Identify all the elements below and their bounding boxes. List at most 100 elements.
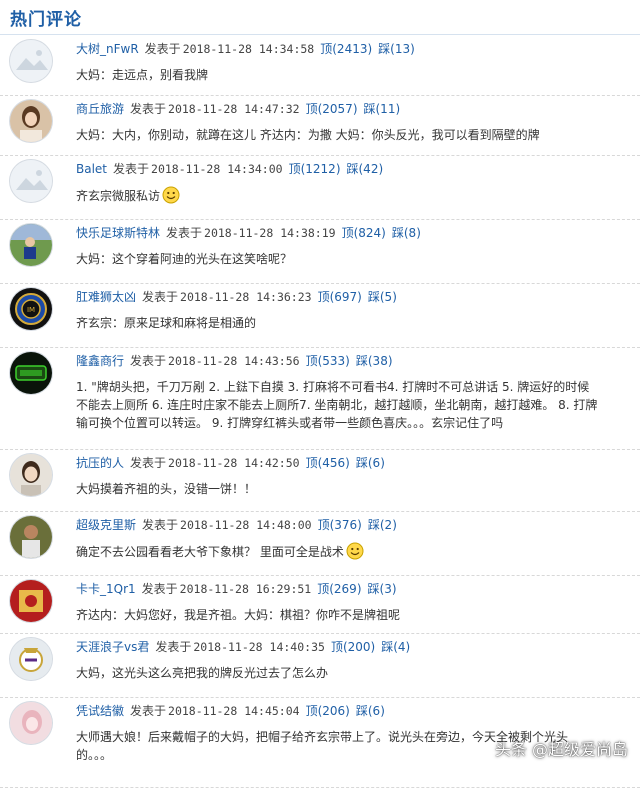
post-date: 2018-11-28 14:47:32 (168, 102, 300, 116)
upvote-link[interactable]: 顶(376) (318, 518, 362, 532)
username-link[interactable]: 凭试结徽 (76, 704, 124, 718)
comment-meta: 卡卡_1Qr1 发表于 2018-11-28 16:29:51 顶(269) 踩(3) (76, 581, 403, 597)
post-date: 2018-11-28 14:34:58 (182, 42, 315, 56)
comment-line: 1. "牌胡头把，千刀万剐 2. 上鍅下自摸 3. 打麻将不可看书4. 打牌时不… (76, 380, 590, 394)
comment-line: 大妈：这个穿着阿迪的光头在这笑啥呢？ (76, 252, 293, 266)
comment-text: 大妈摸着齐祖的头，没错一饼！！ (76, 480, 616, 498)
downvote-link[interactable]: 踩(6) (356, 456, 385, 470)
comment-text: 确定不去公园看看老大爷下象棋？ 里面可全是战术 (76, 542, 616, 561)
smiley-emoji-icon (162, 186, 180, 204)
username-link[interactable]: 抗压的人 (76, 456, 124, 470)
downvote-link[interactable]: 踩(3) (368, 582, 397, 596)
username-link[interactable]: 快乐足球斯特林 (76, 226, 160, 240)
comment-text: 大妈，这光头这么亮把我的牌反光过去了怎么办 (76, 664, 616, 682)
upvote-link[interactable]: 顶(456) (306, 456, 350, 470)
red-avatar-icon[interactable] (10, 580, 52, 622)
username-link[interactable]: 商丘旅游 (76, 102, 124, 116)
comment-text: 齐达内：大妈您好，我是齐祖。大妈：棋祖？你咋不是牌祖呢 (76, 606, 616, 624)
pink-avatar-icon[interactable] (10, 702, 52, 744)
comment-item: 隆鑫商行 发表于 2018-11-28 14:43:56 顶(533) 踩(38) 1. … (0, 347, 640, 450)
downvote-link[interactable]: 踩(4) (381, 640, 410, 654)
comment-item: 超级克里斯 发表于 2018-11-28 14:48:00 顶(376) 踩(2) 确定不… (0, 511, 640, 576)
downvote-link[interactable]: 踩(5) (368, 290, 397, 304)
comment-meta: 大树_nFwR 发表于 2018-11-28 14:34:58 顶(2413) 踩(13… (76, 41, 421, 57)
comment-line: 齐玄宗微服私访 (76, 186, 616, 205)
comment-item: 抗压的人 发表于 2018-11-28 14:42:50 顶(456) 踩(6) 大妈摸着… (0, 449, 640, 512)
comment-text: 大妈：走远点，别看我牌 (76, 66, 616, 84)
posted-label: 发表于 (155, 640, 192, 654)
inter-logo-avatar-icon[interactable]: IM (10, 288, 52, 330)
post-date: 2018-11-28 14:42:50 (168, 456, 300, 470)
comment-line: 齐玄宗：原来足球和麻将是相通的 (76, 316, 257, 330)
realmadrid-avatar-icon[interactable] (10, 638, 52, 680)
player-avatar-icon[interactable] (10, 516, 52, 558)
upvote-link[interactable]: 顶(1212) (289, 162, 341, 176)
comment-item: 商丘旅游 发表于 2018-11-28 14:47:32 顶(2057) 踩(11) 大妈… (0, 95, 640, 156)
comment-meta: 隆鑫商行 发表于 2018-11-28 14:43:56 顶(533) 踩(38) (76, 353, 399, 369)
post-date: 2018-11-28 14:38:19 (204, 226, 336, 240)
comment-line: 大妈摸着齐祖的头，没错一饼！！ (76, 482, 257, 496)
portrait-avatar-icon[interactable] (10, 454, 52, 496)
posted-label: 发表于 (142, 290, 179, 304)
comment-line: 大妈：走远点，别看我牌 (76, 68, 209, 82)
comment-line: 大妈，这光头这么亮把我的牌反光过去了怎么办 (76, 666, 329, 680)
upvote-link[interactable]: 顶(200) (331, 640, 375, 654)
comment-meta: 抗压的人 发表于 2018-11-28 14:42:50 顶(456) 踩(6) (76, 455, 391, 471)
downvote-link[interactable]: 踩(38) (356, 354, 393, 368)
watermark: 头条 @超级爱尚岛 (494, 740, 628, 759)
upvote-link[interactable]: 顶(824) (342, 226, 386, 240)
downvote-link[interactable]: 踩(2) (368, 518, 397, 532)
default-avatar-icon[interactable] (10, 160, 52, 202)
upvote-link[interactable]: 顶(2413) (320, 42, 372, 56)
green-logo-avatar-icon[interactable] (10, 352, 52, 394)
downvote-link[interactable]: 踩(11) (364, 102, 401, 116)
comment-text: 1. "牌胡头把，千刀万剐 2. 上鍅下自摸 3. 打麻将不可看书4. 打牌时不… (76, 378, 616, 432)
username-link[interactable]: Balet (76, 162, 107, 176)
username-link[interactable]: 大树_nFwR (76, 42, 139, 56)
comment-meta: 商丘旅游 发表于 2018-11-28 14:47:32 顶(2057) 踩(11) (76, 101, 406, 117)
comment-meta: 快乐足球斯特林 发表于 2018-11-28 14:38:19 顶(824) 踩(8) (76, 225, 427, 241)
downvote-link[interactable]: 踩(13) (378, 42, 415, 56)
svg-text:IM: IM (27, 306, 35, 314)
football-avatar-icon[interactable] (10, 224, 52, 266)
post-date: 2018-11-28 14:36:23 (180, 290, 312, 304)
comment-line: 大妈：大内，你别动，就蹲在这儿 齐达内：为撒 大妈：你头反光，我可以看到隔壁的牌 (76, 128, 540, 142)
post-date: 2018-11-28 14:40:35 (193, 640, 325, 654)
posted-label: 发表于 (144, 42, 181, 56)
downvote-link[interactable]: 踩(6) (356, 704, 385, 718)
default-avatar-icon[interactable] (10, 40, 52, 82)
comment-item: 大树_nFwR 发表于 2018-11-28 14:34:58 顶(2413) 踩(13… (0, 35, 640, 96)
post-date: 2018-11-28 14:43:56 (168, 354, 300, 368)
upvote-link[interactable]: 顶(697) (318, 290, 362, 304)
comment-meta: 天涯浪子vs君 发表于 2018-11-28 14:40:35 顶(200) 踩(4) (76, 639, 416, 655)
username-link[interactable]: 卡卡_1Qr1 (76, 582, 136, 596)
comment-text: 大妈：大内，你别动，就蹲在这儿 齐达内：为撒 大妈：你头反光，我可以看到隔壁的牌 (76, 126, 616, 144)
username-link[interactable]: 超级克里斯 (76, 518, 136, 532)
comment-meta: Balet 发表于 2018-11-28 14:34:00 顶(1212) 踩(42) (76, 161, 389, 177)
comment-line: 齐达内：大妈您好，我是齐祖。大妈：棋祖？你咋不是牌祖呢 (76, 608, 401, 622)
comment-item: 快乐足球斯特林 发表于 2018-11-28 14:38:19 顶(824) 踩(8) 大… (0, 219, 640, 284)
post-date: 2018-11-28 16:29:51 (179, 582, 312, 596)
girl-avatar-icon[interactable] (10, 100, 52, 142)
comment-item: 卡卡_1Qr1 发表于 2018-11-28 16:29:51 顶(269) 踩(3) 齐… (0, 575, 640, 634)
upvote-link[interactable]: 顶(533) (306, 354, 350, 368)
downvote-link[interactable]: 踩(42) (347, 162, 384, 176)
comment-text: 大妈：这个穿着阿迪的光头在这笑啥呢？ (76, 250, 616, 268)
upvote-link[interactable]: 顶(206) (306, 704, 350, 718)
post-date: 2018-11-28 14:45:04 (168, 704, 300, 718)
comment-item: Balet 发表于 2018-11-28 14:34:00 顶(1212) 踩(42) 齐… (0, 155, 640, 220)
upvote-link[interactable]: 顶(2057) (306, 102, 358, 116)
username-link[interactable]: 隆鑫商行 (76, 354, 124, 368)
downvote-link[interactable]: 踩(8) (392, 226, 421, 240)
comment-line: 输可换个位置可以转运。 9. 打牌穿红裤头或者带一些颜色喜庆。。。玄宗记住了吗 (76, 416, 504, 430)
posted-label: 发表于 (130, 704, 167, 718)
username-link[interactable]: 天涯浪子vs君 (76, 640, 149, 654)
hot-comments-header: 热门评论 (0, 0, 640, 35)
comment-meta: 肛难狮太凶 发表于 2018-11-28 14:36:23 顶(697) 踩(5) (76, 289, 403, 305)
username-link[interactable]: 肛难狮太凶 (76, 290, 136, 304)
posted-label: 发表于 (142, 518, 179, 532)
section-title: 热门评论 (10, 10, 82, 30)
comment-line: 确定不去公园看看老大爷下象棋？ 里面可全是战术 (76, 542, 616, 561)
upvote-link[interactable]: 顶(269) (317, 582, 361, 596)
post-date: 2018-11-28 14:48:00 (180, 518, 312, 532)
